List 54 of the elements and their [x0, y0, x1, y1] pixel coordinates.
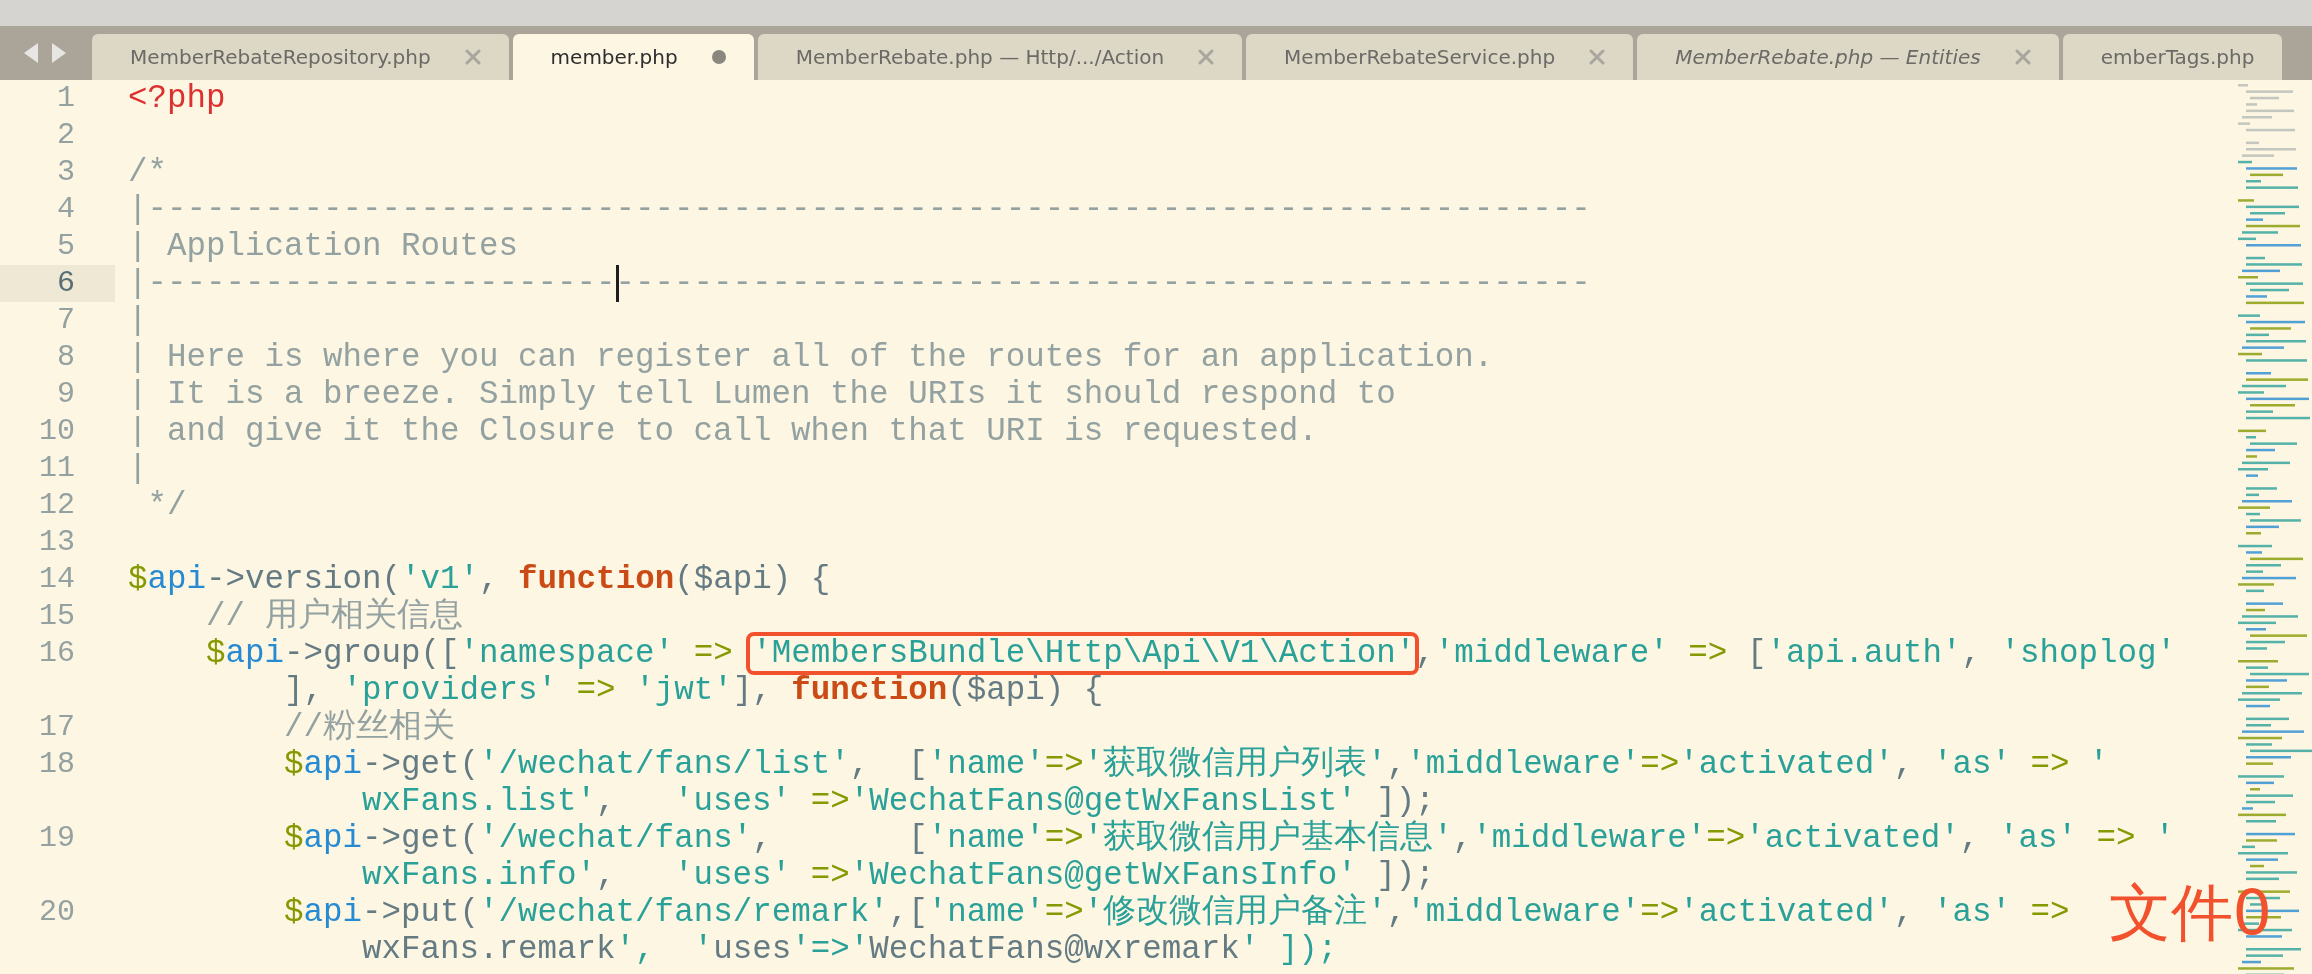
code-line: |-------------------------------------------------------------------------- — [128, 265, 1591, 302]
code-line: ], 'providers' => 'jwt'], function($api) { — [283, 672, 1104, 709]
code-line: |-------------------------------------------------------------------------- — [128, 191, 1591, 228]
line-number: 7 — [57, 302, 75, 339]
code-line: $api->put('/wechat/fans/remark',['name'=>'修改微信用户备注','middleware'=>'activated', 'as' => — [283, 894, 2070, 931]
code-line: | Here is where you can register all of the routes for an application. — [128, 339, 1494, 376]
line-number: 18 — [39, 746, 75, 783]
close-icon[interactable] — [1198, 49, 1215, 65]
close-icon[interactable] — [2014, 49, 2031, 65]
line-number: 10 — [39, 413, 75, 450]
line-number: 8 — [57, 339, 75, 376]
line-number: 1 — [57, 80, 75, 117]
line-number: 12 — [39, 487, 75, 524]
line-number: 9 — [57, 376, 75, 413]
code-line: | — [128, 302, 148, 339]
line-number: 3 — [57, 154, 75, 191]
tab[interactable]: emberTags.php — [2062, 34, 2283, 80]
line-number: 14 — [39, 561, 75, 598]
close-icon[interactable] — [464, 49, 481, 65]
code-line: // 用户相关信息 — [205, 598, 463, 635]
tab[interactable]: MemberRebate.php — Http/.../Action — [757, 34, 1243, 80]
line-number: 19 — [39, 820, 75, 857]
line-number: 6 — [57, 265, 75, 302]
code-line: | and give it the Closure to call when that URI is requested. — [128, 413, 1318, 450]
code-line: wxFans.remark', 'uses'=>'WechatFans@wxremark' ]); — [361, 931, 1338, 968]
line-number: 16 — [39, 635, 75, 672]
tab[interactable]: member.php — [512, 34, 754, 80]
code-line: wxFans.info', 'uses' =>'WechatFans@getWxFansInfo' ]); — [361, 857, 1435, 894]
line-number: 17 — [39, 709, 75, 746]
code-line: | Application Routes — [128, 228, 519, 265]
tab[interactable]: MemberRebateService.php — [1246, 34, 1634, 80]
line-number: 4 — [57, 191, 75, 228]
forward-icon[interactable] — [50, 42, 68, 64]
code-line: $api->version('v1', function($api) { — [128, 561, 831, 598]
code-line: $api->group(['namespace' => 'MembersBundle\Http\Api\V1\Action','middleware' => ['api.auth', 'shoplog' — [205, 635, 2176, 672]
code-line: /* — [128, 154, 167, 191]
line-number: 2 — [57, 117, 75, 154]
tab[interactable]: MemberRebate.php — Entities — [1637, 34, 2059, 80]
code-line: $api->get('/wechat/fans/list', ['name'=>'获取微信用户列表','middleware'=>'activated', 'as' => ' — [283, 746, 2109, 783]
tab[interactable]: MemberRebateRepository.php — [92, 34, 509, 80]
line-number: 13 — [39, 524, 75, 561]
code-line: */ — [146, 487, 187, 524]
code-line: | — [128, 450, 148, 487]
code-line: | It is a breeze. Simply tell Lumen the URIs it should respond to — [128, 376, 1396, 413]
line-number: 20 — [39, 894, 75, 931]
code-line: wxFans.list', 'uses' =>'WechatFans@getWxFansList' ]); — [361, 783, 1435, 820]
line-number: 15 — [39, 598, 75, 635]
code-line: $api->get('/wechat/fans', ['name'=>'获取微信用户基本信息','middleware'=>'activated', 'as' => ' — [283, 820, 2175, 857]
code-line: <?php — [128, 80, 226, 117]
line-number: 11 — [39, 450, 75, 487]
back-icon[interactable] — [22, 42, 40, 64]
line-number: 5 — [57, 228, 75, 265]
code-line: //粉丝相关 — [283, 709, 456, 746]
close-icon[interactable] — [1589, 49, 1606, 65]
